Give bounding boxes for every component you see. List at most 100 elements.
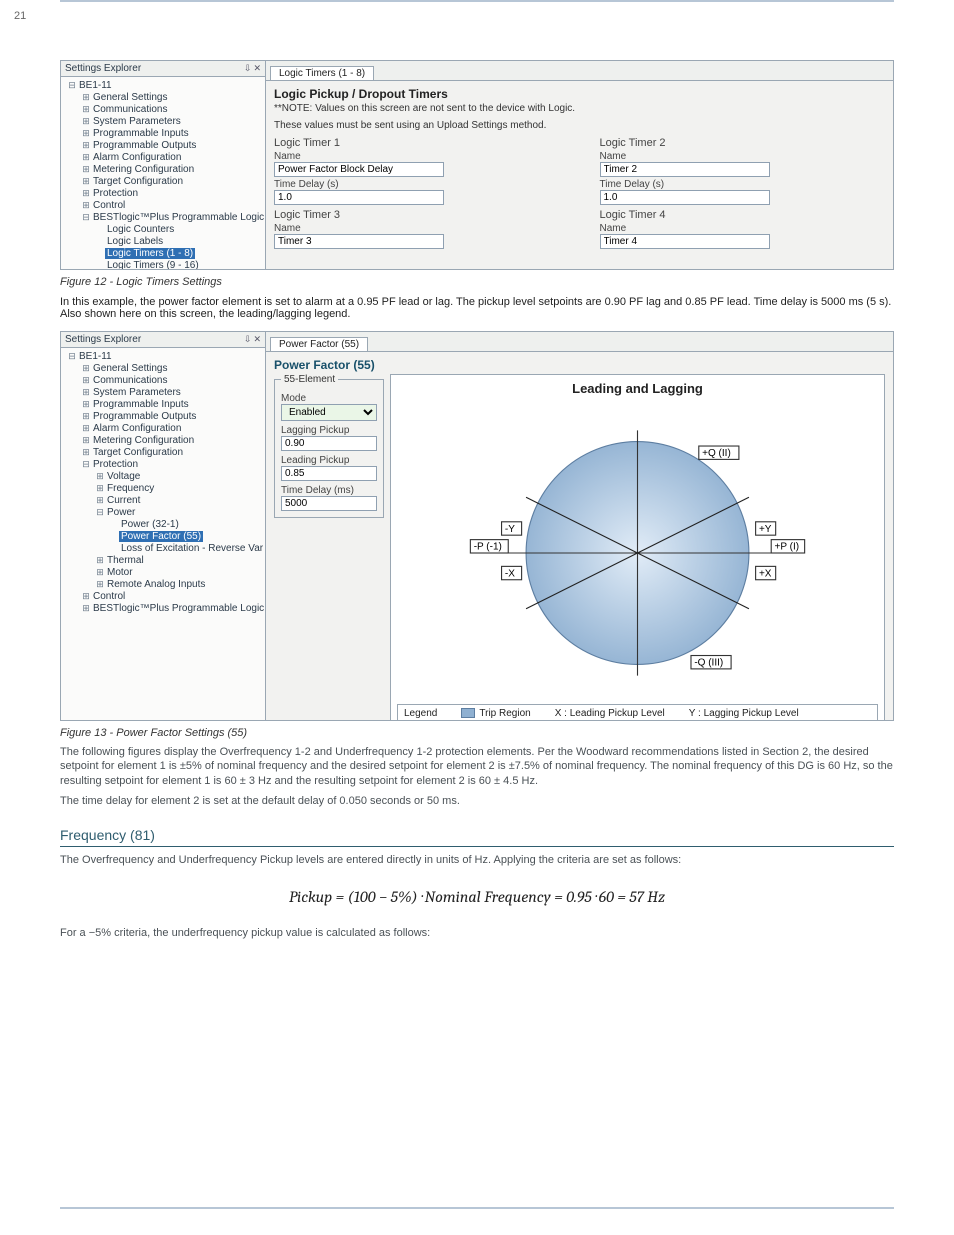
pane-window-buttons: ⇩ ✕ (244, 63, 261, 74)
lbl-plus-y: +Y (759, 524, 772, 535)
tree-expand-icon[interactable]: ⊞ (81, 128, 91, 139)
tree-item[interactable]: Motor (105, 567, 135, 578)
tree-item[interactable]: Logic Timers (1 - 8) (105, 248, 195, 259)
timer-name-label: Name (274, 223, 560, 234)
tree-item[interactable]: General Settings (91, 363, 170, 374)
tree-root-2[interactable]: BE1-11 (77, 351, 114, 362)
tree-item[interactable]: Logic Counters (105, 224, 176, 235)
tab-power-factor[interactable]: Power Factor (55) (270, 337, 368, 351)
lagging-input[interactable] (281, 436, 377, 451)
tree-expand-icon[interactable]: ⊞ (81, 164, 91, 175)
timedelay-input[interactable] (281, 496, 377, 511)
close-icon[interactable]: ✕ (253, 334, 261, 345)
tree-item[interactable]: Target Configuration (91, 447, 185, 458)
tree-expand-icon[interactable]: ⊟ (81, 212, 91, 223)
mode-select[interactable]: Enabled (281, 404, 377, 421)
tree-item[interactable]: Alarm Configuration (91, 152, 183, 163)
tree-item[interactable]: Communications (91, 375, 169, 386)
timer-delay-input[interactable] (274, 190, 444, 205)
timer-title: Logic Timer 4 (600, 209, 886, 221)
tree-item[interactable]: BESTlogic™Plus Programmable Logic (91, 212, 265, 223)
tree-item[interactable]: Voltage (105, 471, 142, 482)
tree-item[interactable]: Programmable Outputs (91, 411, 198, 422)
tree-expand-icon[interactable]: ⊞ (81, 399, 91, 410)
tree-expand-icon[interactable]: ⊞ (81, 603, 91, 614)
tree-item[interactable]: Programmable Inputs (91, 399, 191, 410)
timer-title: Logic Timer 2 (600, 137, 886, 149)
tab-logic-timers[interactable]: Logic Timers (1 - 8) (270, 66, 374, 80)
settings-tree-2[interactable]: ⊟BE1-11 ⊞General Settings⊞Communications… (61, 348, 265, 619)
tree-item[interactable]: Power (105, 507, 137, 518)
tree-item[interactable]: BESTlogic™Plus Programmable Logic (91, 603, 265, 614)
tree-expand-icon[interactable]: ⊞ (95, 567, 105, 578)
tree-expand-icon[interactable]: ⊞ (81, 200, 91, 211)
trip-region-swatch (461, 708, 475, 718)
tree-item[interactable]: Power (32-1) (119, 519, 181, 530)
tree-expand-icon[interactable]: ⊞ (81, 423, 91, 434)
tree-expand-icon[interactable]: ⊞ (95, 495, 105, 506)
tree-item[interactable]: Communications (91, 104, 169, 115)
tree-item[interactable]: Remote Analog Inputs (105, 579, 207, 590)
tree-expand-icon[interactable]: ⊞ (95, 579, 105, 590)
tree-expand-icon[interactable]: ⊞ (81, 591, 91, 602)
tree-expand-icon[interactable]: ⊞ (81, 140, 91, 151)
timer-name-input[interactable] (274, 234, 444, 249)
timer-delay-input[interactable] (600, 190, 770, 205)
tree-expand-icon[interactable]: ⊞ (81, 92, 91, 103)
tree-item[interactable]: Metering Configuration (91, 435, 196, 446)
tree-expand-icon[interactable]: ⊞ (95, 471, 105, 482)
tree-item[interactable]: Logic Labels (105, 236, 165, 247)
timer-title: Logic Timer 3 (274, 209, 560, 221)
tree-item[interactable]: Protection (91, 188, 140, 199)
tree-item[interactable]: Metering Configuration (91, 164, 196, 175)
leading-input[interactable] (281, 466, 377, 481)
close-icon[interactable]: ✕ (253, 63, 261, 74)
tree-expand-icon[interactable]: ⊞ (81, 176, 91, 187)
tree-expand-icon[interactable]: ⊞ (81, 363, 91, 374)
legend-label: Legend (404, 708, 437, 719)
settings-tree[interactable]: ⊟BE1-11 ⊞General Settings⊞Communications… (61, 77, 265, 269)
tree-item[interactable]: Programmable Outputs (91, 140, 198, 151)
tree-item[interactable]: Current (105, 495, 142, 506)
tree-item[interactable]: Logic Timers (9 - 16) (105, 260, 201, 269)
tree-expand-icon[interactable]: ⊞ (95, 483, 105, 494)
tree-item[interactable]: General Settings (91, 92, 170, 103)
tree-expand-icon[interactable]: ⊟ (81, 459, 91, 470)
tree-expand-icon[interactable]: ⊞ (81, 104, 91, 115)
tree-item[interactable]: System Parameters (91, 387, 183, 398)
tree-item[interactable]: Control (91, 200, 127, 211)
tree-item[interactable]: Power Factor (55) (119, 531, 203, 542)
tree-expand-icon[interactable]: ⊞ (81, 447, 91, 458)
tree-expand-icon[interactable]: ⊞ (81, 152, 91, 163)
tree-expand-icon[interactable]: ⊞ (81, 375, 91, 386)
pane-window-buttons-2: ⇩ ✕ (244, 334, 261, 345)
content-pane: Logic Timers (1 - 8) Logic Pickup / Drop… (266, 61, 893, 269)
tree-item[interactable]: Control (91, 591, 127, 602)
tree-item[interactable]: System Parameters (91, 116, 183, 127)
pf-chart-legend: Legend Trip Region X : Leading Pickup Le… (397, 704, 878, 720)
mode-label: Mode (281, 393, 377, 404)
timer-name-input[interactable] (274, 162, 444, 177)
tree-collapse-icon[interactable]: ⊟ (67, 80, 77, 91)
tree-expand-icon[interactable]: ⊞ (81, 411, 91, 422)
pin-icon[interactable]: ⇩ (244, 63, 252, 74)
tree-item[interactable]: Target Configuration (91, 176, 185, 187)
tree-expand-icon[interactable]: ⊟ (95, 507, 105, 518)
pin-icon[interactable]: ⇩ (244, 334, 252, 345)
tree-item[interactable]: Programmable Inputs (91, 128, 191, 139)
pf-chart-svg: +Q (II) -Q (III) +P (I) -P (-1) +Y (391, 397, 884, 709)
tree-root[interactable]: BE1-11 (77, 80, 114, 91)
tree-item[interactable]: Alarm Configuration (91, 423, 183, 434)
tree-item[interactable]: Loss of Excitation - Reverse Var Based (119, 543, 265, 554)
tree-item[interactable]: Protection (91, 459, 140, 470)
tree-expand-icon[interactable]: ⊞ (81, 435, 91, 446)
timer-name-input[interactable] (600, 234, 770, 249)
tree-expand-icon[interactable]: ⊞ (81, 387, 91, 398)
tree-expand-icon[interactable]: ⊞ (81, 116, 91, 127)
tree-expand-icon[interactable]: ⊞ (95, 555, 105, 566)
timer-name-input[interactable] (600, 162, 770, 177)
tree-collapse-icon[interactable]: ⊟ (67, 351, 77, 362)
tree-item[interactable]: Frequency (105, 483, 156, 494)
tree-item[interactable]: Thermal (105, 555, 146, 566)
tree-expand-icon[interactable]: ⊞ (81, 188, 91, 199)
